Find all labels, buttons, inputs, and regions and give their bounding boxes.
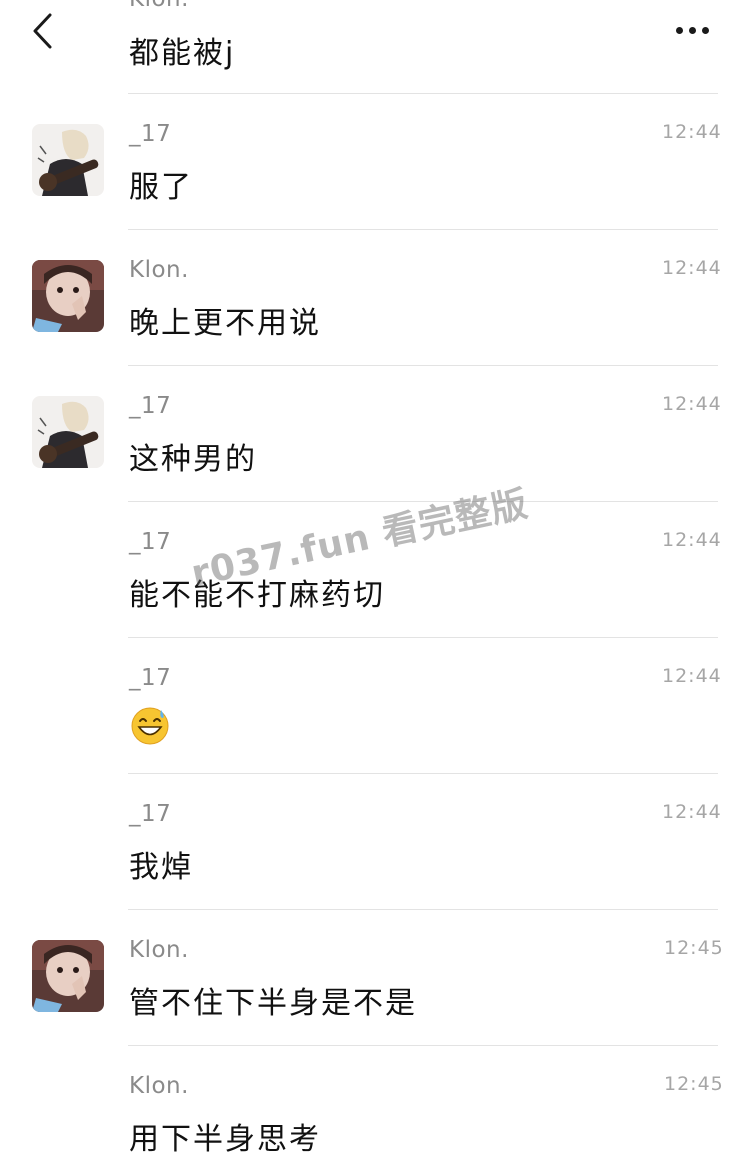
message-text: 服了: [129, 170, 193, 205]
message-time: 12:44: [662, 121, 722, 143]
message-text: 管不住下半身是不是: [129, 986, 417, 1021]
more-options-button[interactable]: [668, 14, 718, 46]
sender-name: _17: [129, 393, 172, 419]
message-time: 12:45: [664, 937, 724, 959]
message-text: 我焯: [129, 850, 193, 885]
chat-message[interactable]: Klon. 12:44 晚上更不用说: [0, 230, 750, 366]
chat-message[interactable]: Klon. 12:45 用下半身思考: [0, 1046, 750, 1176]
chat-message[interactable]: _17 12:44: [0, 638, 750, 774]
message-time: 12:44: [662, 393, 722, 415]
message-time: 12:44: [662, 665, 722, 687]
message-text: 晚上更不用说: [129, 306, 321, 341]
message-text: 用下半身思考: [129, 1122, 321, 1157]
sender-name: _17: [129, 529, 172, 555]
message-time: 12:44: [662, 257, 722, 279]
anime-guitar-avatar-icon: [32, 396, 104, 468]
sender-name: _17: [129, 121, 172, 147]
avatar[interactable]: [32, 260, 104, 332]
sender-name: Klon.: [129, 0, 189, 12]
grinning-sweat-emoji-icon: [131, 707, 169, 745]
ellipsis-dot: [702, 27, 709, 34]
anime-guitar-avatar-icon: [32, 124, 104, 196]
message-time: 12:44: [662, 801, 722, 823]
girl-photo-avatar-icon: [32, 260, 104, 332]
avatar[interactable]: [32, 124, 104, 196]
chat-message-partial: Klon. 都能被j: [0, 0, 750, 94]
back-button[interactable]: [22, 6, 66, 56]
sender-name: Klon.: [129, 257, 189, 283]
message-text: 能不能不打麻药切: [129, 578, 385, 613]
message-text: 都能被j: [129, 36, 236, 71]
sender-name: _17: [129, 665, 172, 691]
ellipsis-dot: [689, 27, 696, 34]
message-time: 12:45: [664, 1073, 724, 1095]
sender-name: Klon.: [129, 1073, 189, 1099]
message-text: 这种男的: [129, 442, 257, 477]
sender-name: _17: [129, 801, 172, 827]
chat-message[interactable]: _17 12:44 能不能不打麻药切: [0, 502, 750, 638]
chat-message[interactable]: _17 12:44 我焯: [0, 774, 750, 910]
chevron-left-icon: [33, 13, 52, 49]
message-time: 12:44: [662, 529, 722, 551]
girl-photo-avatar-icon: [32, 940, 104, 1012]
chat-message[interactable]: Klon. 12:45 管不住下半身是不是: [0, 910, 750, 1046]
chat-message[interactable]: _17 12:44 这种男的: [0, 366, 750, 502]
avatar[interactable]: [32, 940, 104, 1012]
avatar[interactable]: [32, 396, 104, 468]
ellipsis-icon: [676, 27, 683, 34]
sender-name: Klon.: [129, 937, 189, 963]
chat-message[interactable]: _17 12:44 服了: [0, 94, 750, 230]
